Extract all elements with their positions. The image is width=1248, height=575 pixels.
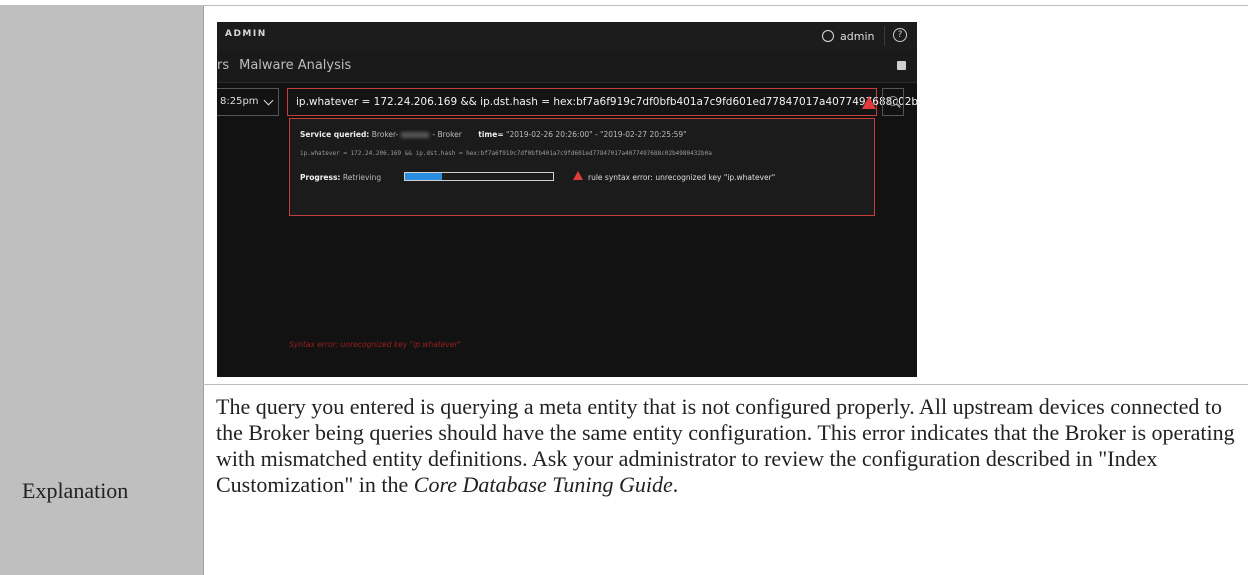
user-menu[interactable]: admin bbox=[822, 26, 874, 46]
progress-fill bbox=[405, 173, 442, 180]
topbar-separator bbox=[884, 26, 885, 46]
row-label: Explanation bbox=[22, 478, 129, 503]
app-topbar: ADMIN admin ? bbox=[217, 22, 917, 50]
column-divider bbox=[203, 6, 204, 384]
chevron-down-icon bbox=[263, 95, 274, 106]
query-input[interactable]: ip.whatever = 172.24.206.169 && ip.dst.h… bbox=[287, 88, 917, 116]
rule-error-message: rule syntax error: unrecognized key "ip.… bbox=[588, 173, 776, 182]
help-icon[interactable]: ? bbox=[893, 28, 907, 42]
syntax-error-message: Syntax error: unrecognized key "ip.whate… bbox=[289, 340, 461, 349]
explanation-text: The query you entered is querying a meta… bbox=[216, 394, 1236, 498]
search-icon bbox=[888, 96, 898, 106]
app-title: ADMIN bbox=[225, 29, 267, 39]
warning-icon bbox=[862, 96, 876, 109]
progress-status: Retrieving bbox=[342, 173, 382, 182]
query-status-panel: Service queried: Broker- - Broker time= "… bbox=[289, 118, 875, 216]
query-echo: ip.whatever = 172.24.206.169 && ip.dst.h… bbox=[300, 150, 712, 157]
explanation-body: The query you entered is querying a meta… bbox=[216, 394, 1235, 497]
user-label: admin bbox=[840, 29, 875, 43]
guide-title: Core Database Tuning Guide bbox=[413, 472, 673, 497]
search-button[interactable] bbox=[882, 88, 904, 116]
error-warning-icon bbox=[573, 171, 583, 180]
panel-icon[interactable] bbox=[897, 61, 906, 70]
redacted-name bbox=[401, 132, 430, 138]
info-table: ADMIN admin ? rs Malware Analysis 8:25pm … bbox=[0, 0, 1248, 575]
nav-tab-partial[interactable]: rs bbox=[217, 58, 229, 73]
explanation-end: . bbox=[672, 472, 679, 497]
error-screenshot: ADMIN admin ? rs Malware Analysis 8:25pm … bbox=[217, 22, 917, 377]
label-cell-empty bbox=[0, 6, 203, 384]
service-label: Service queried: bbox=[300, 130, 370, 139]
progress-bar bbox=[404, 172, 554, 181]
service-prefix: Broker- bbox=[371, 130, 399, 139]
column-divider-2 bbox=[203, 385, 204, 575]
time-range-select[interactable]: 8:25pm bbox=[217, 88, 279, 116]
query-text: ip.whatever = 172.24.206.169 && ip.dst.h… bbox=[296, 96, 917, 108]
tab-malware-analysis[interactable]: Malware Analysis bbox=[239, 58, 351, 73]
service-row: Service queried: Broker- - Broker time= "… bbox=[300, 130, 687, 139]
progress-label: Progress: bbox=[300, 173, 341, 182]
service-suffix: - Broker bbox=[432, 130, 462, 139]
time-label: time= bbox=[478, 130, 504, 139]
time-value: 8:25pm bbox=[220, 96, 259, 107]
nav-bar: rs Malware Analysis bbox=[217, 50, 917, 83]
time-range: "2019-02-26 20:26:00" - "2019-02-27 20:2… bbox=[506, 130, 687, 139]
user-icon bbox=[822, 30, 834, 42]
progress-row: Progress: Retrieving bbox=[300, 173, 381, 182]
